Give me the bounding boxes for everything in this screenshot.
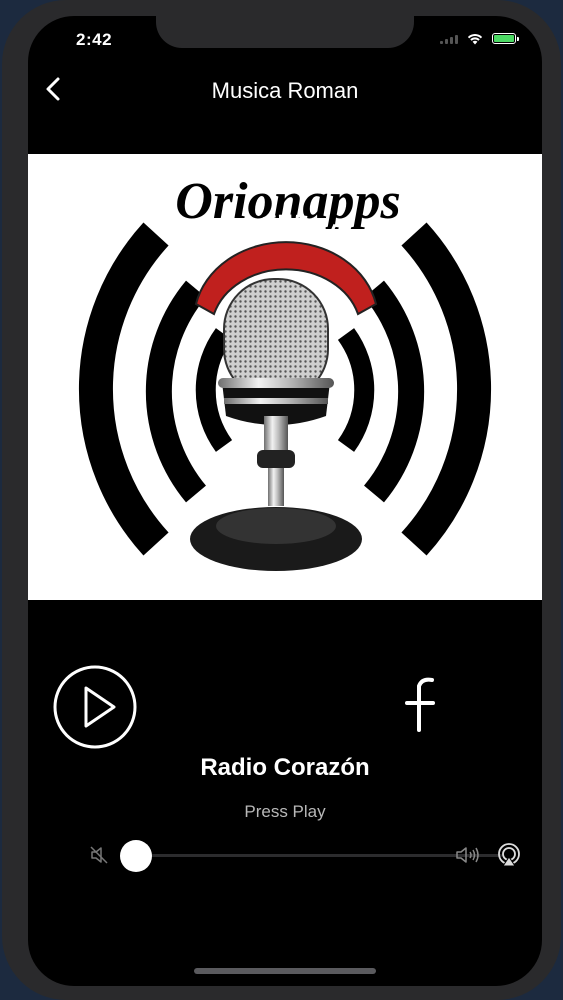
- volume-control: [88, 838, 528, 872]
- facebook-share-button[interactable]: [398, 674, 442, 732]
- app-screen: 2:42 Musica Roman Orionapps ON THE AIR R…: [28, 16, 542, 986]
- battery-icon: [492, 33, 519, 44]
- airplay-icon: [498, 843, 520, 867]
- wifi-icon: [467, 34, 483, 45]
- speaker-icon: [456, 847, 479, 863]
- play-button[interactable]: [52, 664, 138, 750]
- artwork-logo-image: Orionapps ON THE AIR: [79, 173, 491, 571]
- station-name: Radio Corazón: [200, 754, 370, 781]
- play-circle-icon: [53, 665, 137, 749]
- facebook-icon: [405, 677, 435, 732]
- status-time: 2:42: [76, 30, 113, 49]
- page-title: Musica Roman: [211, 78, 359, 103]
- playback-status: Press Play: [244, 802, 326, 821]
- cellular-signal-icon: [440, 34, 458, 44]
- battery-level: [494, 35, 514, 42]
- volume-slider-thumb[interactable]: [120, 840, 152, 872]
- mute-icon: [90, 846, 108, 864]
- station-artwork: Orionapps ON THE AIR: [28, 154, 542, 600]
- navigation-bar: Musica Roman: [28, 68, 542, 112]
- phone-frame: 2:42 Musica Roman Orionapps ON THE AIR R…: [2, 0, 561, 1000]
- device-notch: [156, 16, 414, 48]
- status-indicators: [440, 32, 519, 45]
- volume-slider-track[interactable]: [128, 854, 502, 857]
- home-indicator: [194, 968, 376, 974]
